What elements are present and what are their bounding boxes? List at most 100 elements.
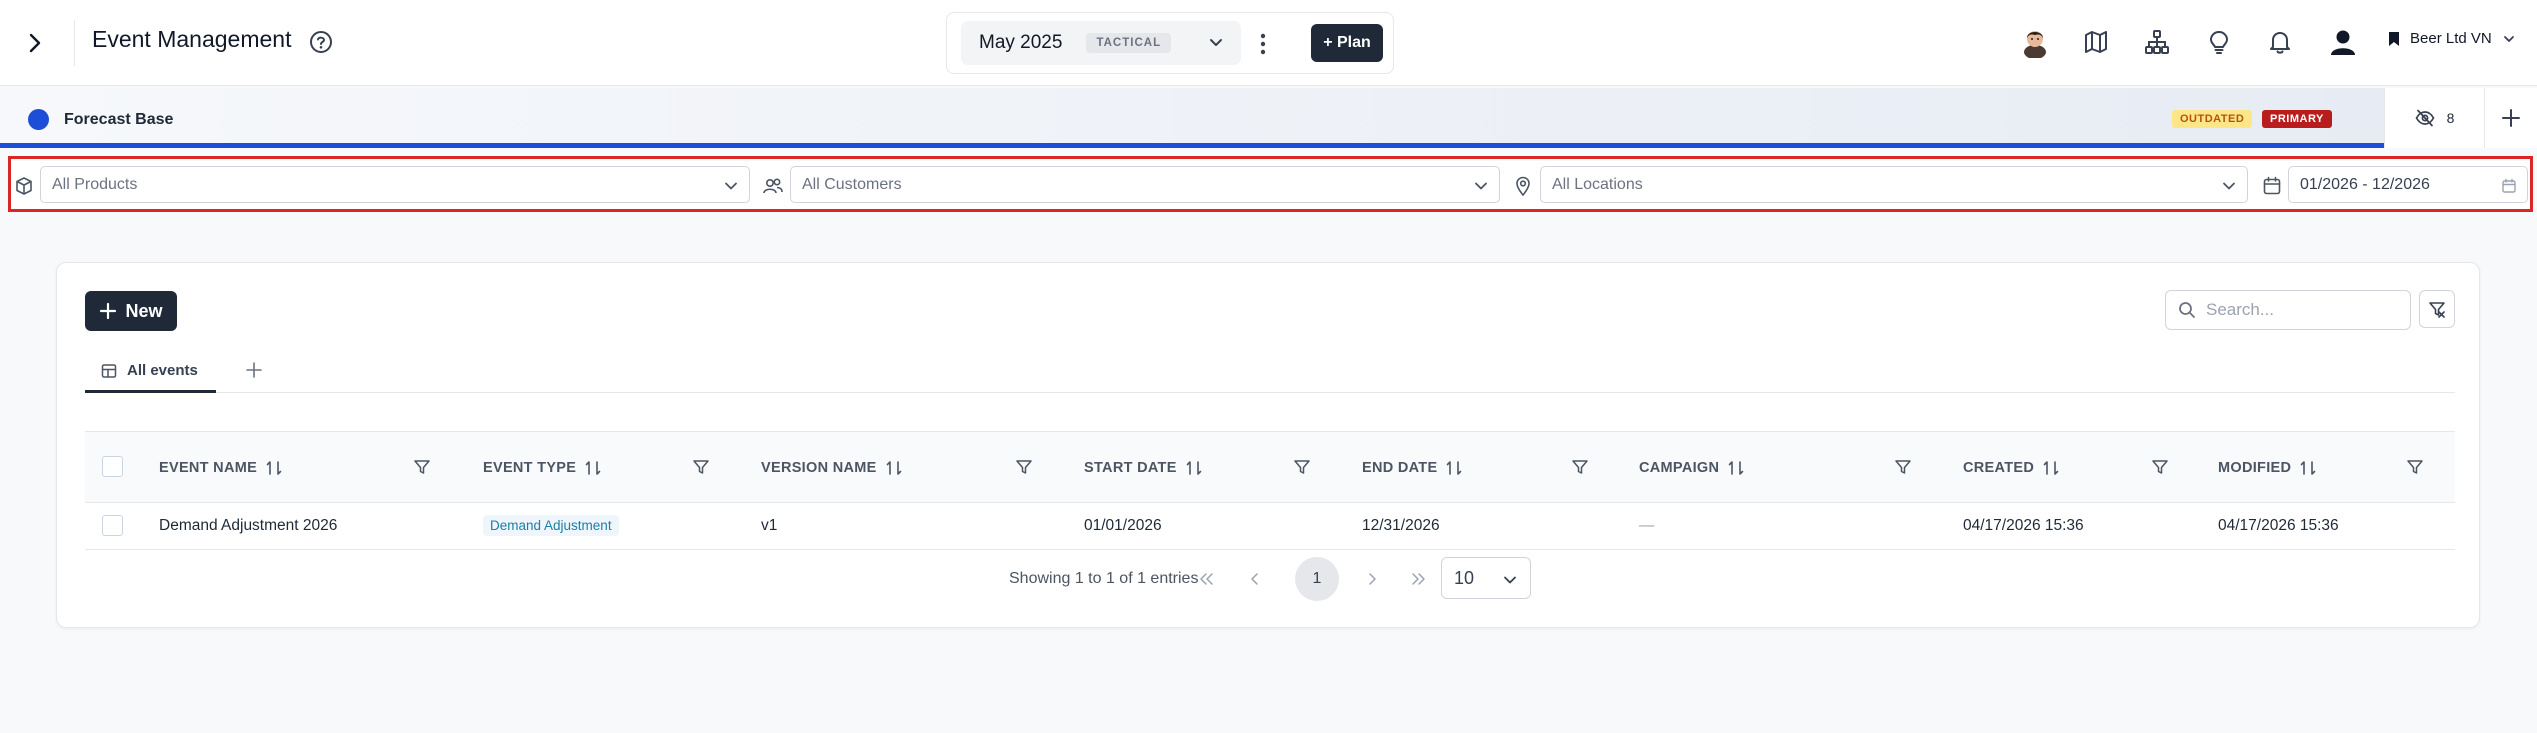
locations-filter-value: All Locations (1552, 175, 1643, 193)
filter-icon[interactable] (2406, 458, 2424, 476)
bell-icon[interactable] (2267, 29, 2293, 55)
filter-off-icon (2429, 302, 2445, 318)
sort-icon[interactable] (1445, 459, 1463, 477)
filter-icon[interactable] (2151, 458, 2169, 476)
column-header-event-type: EVENT TYPE (483, 459, 602, 477)
filter-icon[interactable] (692, 458, 710, 476)
bookmark-icon (2389, 31, 2399, 46)
company-name: Beer Ltd VN (2410, 30, 2492, 47)
new-event-button[interactable]: New (85, 291, 177, 331)
cell-start-date: 01/01/2026 (1084, 517, 1162, 534)
customers-filter-value: All Customers (802, 175, 902, 193)
tab-all-events[interactable]: All events (85, 351, 216, 393)
date-range-value: 01/2026 - 12/2026 (2300, 175, 2430, 193)
plus-icon (2502, 109, 2520, 127)
filter-icon[interactable] (413, 458, 431, 476)
cell-event-name[interactable]: Demand Adjustment 2026 (159, 517, 337, 535)
sort-icon[interactable] (2299, 459, 2317, 477)
new-event-label: New (125, 300, 163, 321)
outdated-badge: OUTDATED (2172, 110, 2253, 128)
filter-icon[interactable] (1015, 458, 1033, 476)
version-tab[interactable]: Forecast Base OUTDATED PRIMARY (0, 88, 2384, 148)
location-pin-icon (1514, 176, 1532, 196)
sort-icon[interactable] (1727, 459, 1745, 477)
help-icon[interactable] (308, 29, 334, 55)
page-size-select[interactable]: 10 (1441, 557, 1531, 599)
table-header-row: EVENT NAME EVENT TYPE VERSION NAME START… (85, 431, 2455, 503)
period-value: May 2025 (979, 32, 1063, 53)
customers-icon (762, 176, 784, 196)
search-box (2165, 290, 2411, 330)
column-header-modified: MODIFIED (2218, 459, 2317, 477)
chevron-right-icon (1369, 573, 1376, 585)
cube-icon (14, 176, 34, 196)
map-icon[interactable] (2083, 29, 2109, 55)
row-select-checkbox[interactable] (102, 515, 123, 536)
page-title: Event Management (92, 26, 292, 52)
cell-created: 04/17/2026 15:36 (1963, 517, 2084, 534)
column-header-start-date: START DATE (1084, 459, 1203, 477)
page-number-button[interactable]: 1 (1295, 557, 1339, 601)
column-header-version-name: VERSION NAME (761, 459, 903, 477)
products-filter-value: All Products (52, 175, 138, 193)
next-page-button[interactable] (1355, 562, 1389, 596)
sort-icon[interactable] (885, 459, 903, 477)
filter-icon[interactable] (1293, 458, 1311, 476)
column-header-event-name: EVENT NAME (159, 459, 283, 477)
first-page-button[interactable] (1189, 562, 1223, 596)
header-divider (74, 20, 75, 66)
kebab-menu-icon (1260, 33, 1266, 55)
more-options-button[interactable] (1259, 31, 1267, 57)
event-type-badge: Demand Adjustment (483, 515, 619, 536)
sort-icon[interactable] (2042, 459, 2060, 477)
customers-filter-select[interactable]: All Customers (790, 166, 1500, 203)
sort-icon[interactable] (265, 459, 283, 477)
avatar[interactable] (2020, 26, 2050, 58)
lightbulb-icon[interactable] (2206, 29, 2232, 55)
sort-icon[interactable] (1185, 459, 1203, 477)
tab-all-events-label: All events (127, 362, 198, 379)
chevron-left-icon (1251, 573, 1258, 585)
clear-filters-button[interactable] (2419, 290, 2455, 328)
hidden-versions-button[interactable]: 8 (2384, 88, 2484, 148)
products-filter-select[interactable]: All Products (40, 166, 750, 203)
column-header-end-date: END DATE (1362, 459, 1463, 477)
search-icon (2179, 302, 2195, 318)
table-icon (101, 363, 117, 378)
add-view-button[interactable] (245, 361, 263, 379)
last-page-button[interactable] (1402, 562, 1436, 596)
chevron-right-icon (29, 33, 41, 53)
column-header-campaign: CAMPAIGN (1639, 459, 1745, 477)
chevron-down-icon (2223, 182, 2235, 190)
pagination-summary: Showing 1 to 1 of 1 entries (1009, 570, 1199, 587)
chevron-down-icon (2503, 35, 2514, 42)
select-all-checkbox[interactable] (102, 456, 123, 477)
chevron-down-icon (725, 182, 737, 190)
cell-modified: 04/17/2026 15:36 (2218, 517, 2339, 534)
sort-icon[interactable] (584, 459, 602, 477)
version-color-dot (28, 109, 49, 130)
table-row[interactable]: Demand Adjustment 2026 Demand Adjustment… (85, 503, 2455, 550)
add-version-button[interactable] (2484, 88, 2537, 148)
primary-badge: PRIMARY (2262, 110, 2332, 128)
cell-campaign: — (1639, 517, 1655, 534)
locations-filter-select[interactable]: All Locations (1540, 166, 2248, 203)
hierarchy-icon[interactable] (2144, 29, 2170, 55)
column-header-created: CREATED (1963, 459, 2060, 477)
add-plan-button[interactable]: + Plan (1311, 24, 1383, 62)
company-switcher[interactable]: Beer Ltd VN (2388, 30, 2516, 47)
sidebar-toggle-button[interactable] (20, 28, 50, 58)
search-input[interactable] (2206, 300, 2396, 320)
date-range-input[interactable]: 01/2026 - 12/2026 (2288, 166, 2528, 203)
user-icon (2331, 30, 2355, 55)
period-select[interactable]: May 2025 TACTICAL (961, 21, 1241, 65)
pagination: Showing 1 to 1 of 1 entries 1 10 (85, 551, 2455, 607)
previous-page-button[interactable] (1238, 562, 1272, 596)
cell-end-date: 12/31/2026 (1362, 517, 1440, 534)
calendar-icon (2502, 178, 2516, 193)
filter-icon[interactable] (1894, 458, 1912, 476)
filter-icon[interactable] (1571, 458, 1589, 476)
events-table: EVENT NAME EVENT TYPE VERSION NAME START… (85, 431, 2455, 601)
user-profile-button[interactable] (2328, 27, 2358, 57)
cell-version-name: v1 (761, 517, 778, 534)
